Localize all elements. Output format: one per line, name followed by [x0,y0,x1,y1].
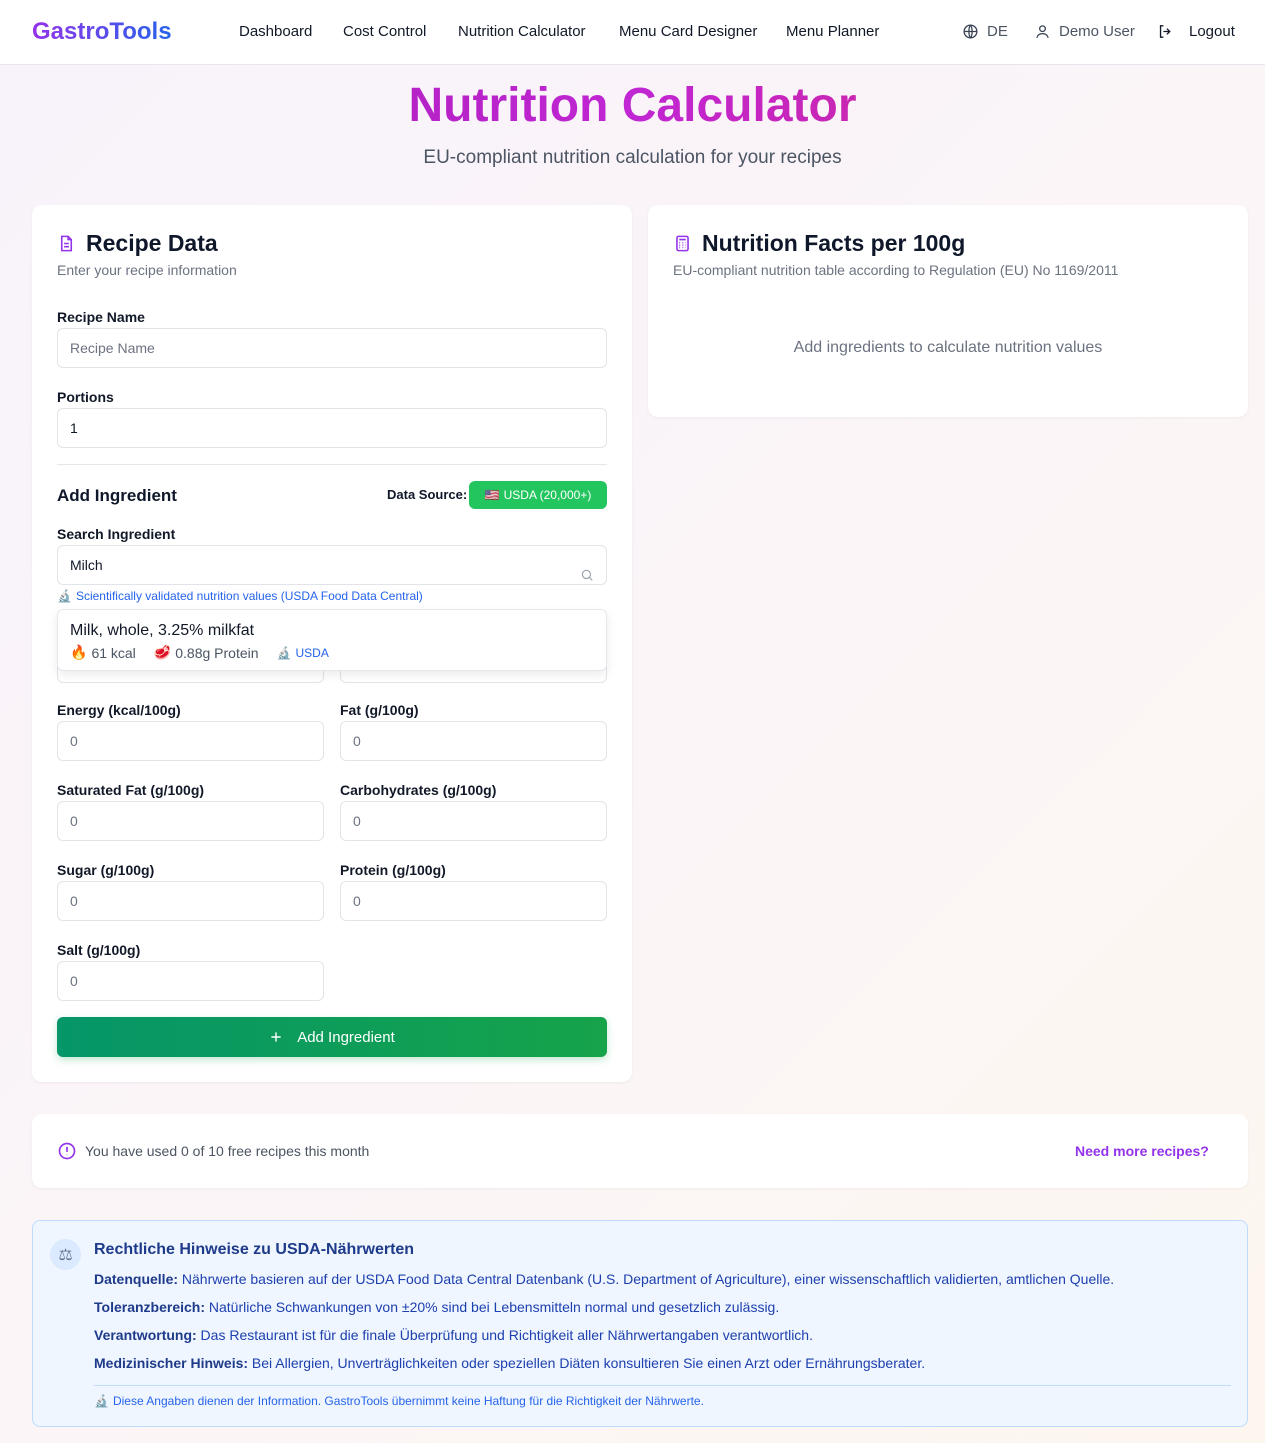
legal-footnote-text: Diese Angaben dienen der Information. Ga… [112,1394,704,1408]
suggestion-protein: 0.88g Protein [175,644,259,661]
scale-icon: ⚖ [50,1239,81,1270]
legal-line-datasource: Datenquelle: Nährwerte basieren auf der … [94,1271,1115,1287]
suggestion-name: Milk, whole, 3.25% milkfat [70,622,255,639]
nutrition-facts-subtitle: EU-compliant nutrition table according t… [673,262,1119,278]
usage-text: You have used 0 of 10 free recipes this … [85,1143,370,1159]
user-menu[interactable]: Demo User [1034,23,1135,40]
microscope-icon: 🔬 [57,589,72,603]
saturated-fat-input[interactable] [57,801,324,841]
legal-notice: ⚖ Rechtliche Hinweise zu USDA-Nährwerten… [32,1220,1248,1427]
add-ingredient-heading: Add Ingredient [57,486,177,505]
page-title: Nutrition Calculator [0,78,1265,133]
logout-icon [1159,25,1171,38]
nav-link-cost-control[interactable]: Cost Control [343,23,426,40]
nav-link-dashboard[interactable]: Dashboard [239,23,312,40]
user-icon [1036,25,1049,39]
microscope-icon: 🔬 [276,645,292,660]
energy-label: Energy (kcal/100g) [57,702,181,718]
recipe-card-subtitle: Enter your recipe information [57,262,237,278]
recipe-name-input[interactable] [57,328,607,368]
page-subtitle: EU-compliant nutrition calculation for y… [423,147,842,168]
data-source-value: USDA (20,000+) [503,488,592,502]
divider [57,464,607,465]
legal-footnote: 🔬 Diese Angaben dienen der Information. … [94,1394,704,1408]
nav-link-menu-card-designer[interactable]: Menu Card Designer [619,23,757,40]
search-ingredient-label: Search Ingredient [57,526,176,542]
carbohydrates-input[interactable] [340,801,607,841]
legal-line-tolerance: Toleranzbereich: Natürliche Schwankungen… [94,1299,780,1315]
meat-icon: 🥩 [153,644,172,660]
carbohydrates-label: Carbohydrates (g/100g) [340,782,497,798]
recipe-card-title: Recipe Data [57,230,218,257]
portions-input[interactable] [57,408,607,448]
nav-link-menu-planner[interactable]: Menu Planner [786,23,879,40]
saturated-fat-label: Saturated Fat (g/100g) [57,782,205,798]
energy-input[interactable] [57,721,324,761]
validated-note-text: Scientifically validated nutrition value… [75,589,423,603]
add-ingredient-button[interactable]: Add Ingredient [57,1017,607,1057]
need-more-recipes-link[interactable]: Need more recipes? [1075,1143,1209,1159]
globe-icon [963,24,978,39]
legal-line-medical: Medizinischer Hinweis: Bei Allergien, Un… [94,1355,926,1371]
ingredient-search-input[interactable] [57,545,607,585]
validated-note: 🔬 Scientifically validated nutrition val… [57,589,423,603]
legal-divider [94,1385,1231,1386]
sugar-input[interactable] [57,881,324,921]
ingredient-suggestion-dropdown[interactable]: Milk, whole, 3.25% milkfat 🔥 61 kcal 🥩 0… [57,609,607,671]
microscope-icon: 🔬 [94,1394,109,1408]
alert-circle-icon [58,1142,76,1160]
document-icon [60,235,73,252]
search-icon [581,569,593,581]
suggestion-meta: 🔥 61 kcal 🥩 0.88g Protein 🔬 USDA [70,644,329,661]
user-name: Demo User [1059,23,1135,40]
nutrition-facts-title-text: Nutrition Facts per 100g [702,230,966,256]
legal-line-responsibility: Verantwortung: Das Restaurant ist für di… [94,1327,813,1343]
nutrition-empty-state: Add ingredients to calculate nutrition v… [793,339,1103,356]
salt-input[interactable] [57,961,324,1001]
suggestion-kcal: 61 kcal [91,644,136,661]
fire-icon: 🔥 [70,644,88,660]
suggestion-source: USDA [295,645,329,660]
legal-title: Rechtliche Hinweise zu USDA-Nährwerten [94,1241,415,1258]
fat-input[interactable] [340,721,607,761]
recipe-name-label: Recipe Name [57,309,145,325]
plus-icon [271,1032,281,1042]
nutrition-facts-title: Nutrition Facts per 100g [673,230,965,257]
sugar-label: Sugar (g/100g) [57,862,155,878]
salt-label: Salt (g/100g) [57,942,141,958]
protein-label: Protein (g/100g) [340,862,446,878]
calculator-icon [676,235,689,252]
top-nav: GastroTools Dashboard Cost Control Nutri… [0,0,1265,65]
logout-button[interactable]: Logout [1157,23,1235,40]
protein-input[interactable] [340,881,607,921]
data-source-label: Data Source: [387,487,468,502]
portions-label: Portions [57,389,114,405]
nav-link-nutrition-calculator[interactable]: Nutrition Calculator [458,23,586,40]
add-ingredient-label: Add Ingredient [297,1028,395,1046]
language-switcher[interactable]: DE [962,23,1008,40]
logo[interactable]: GastroTools [32,18,172,46]
recipe-title-text: Recipe Data [86,230,218,256]
data-source-button[interactable]: 🇺🇸 USDA (20,000+) [469,481,607,509]
fat-label: Fat (g/100g) [340,702,419,718]
language-label: DE [987,23,1008,40]
us-flag-icon: 🇺🇸 [484,488,500,502]
logout-label: Logout [1189,23,1235,40]
